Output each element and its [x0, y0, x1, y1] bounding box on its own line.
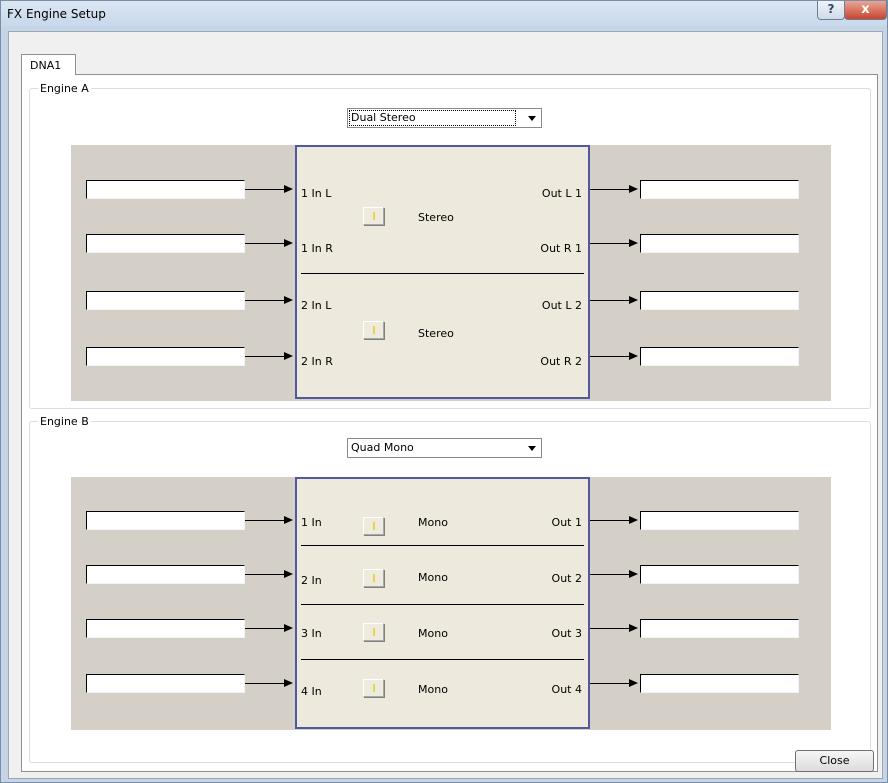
arrow-right-icon — [629, 679, 638, 687]
output-destination-field[interactable] — [640, 619, 799, 638]
close-icon: x — [861, 2, 870, 17]
mono-toggle-button[interactable] — [363, 623, 384, 641]
group-type-label: Stereo — [418, 211, 454, 224]
chevron-down-icon — [528, 116, 536, 121]
input-label: 1 In L — [301, 187, 332, 200]
engine-a-mode-dropdown[interactable]: Dual Stereo — [347, 108, 542, 128]
output-destination-field[interactable] — [640, 234, 799, 253]
divider — [301, 659, 584, 660]
arrow-right-icon — [284, 516, 293, 524]
output-label: Out 3 — [551, 627, 582, 640]
arrow-right-icon — [284, 296, 293, 304]
input-source-field[interactable] — [86, 565, 245, 584]
stereo-toggle-button[interactable] — [363, 207, 384, 225]
divider — [301, 604, 584, 605]
input-source-field[interactable] — [86, 511, 245, 530]
input-source-field[interactable] — [86, 347, 245, 366]
arrow-right-icon — [629, 570, 638, 578]
output-destination-field[interactable] — [640, 291, 799, 310]
arrow-right-icon — [629, 239, 638, 247]
input-label: 4 In — [301, 685, 322, 698]
tab-label: DNA1 — [30, 59, 62, 72]
output-destination-field[interactable] — [640, 511, 799, 530]
arrow-right-icon — [284, 185, 293, 193]
engine-b-routing-area: 1 In Mono Out 1 2 In Mono Out 2 3 In Mon… — [71, 477, 831, 730]
arrow-right-icon — [284, 570, 293, 578]
channel-type-label: Mono — [418, 627, 448, 640]
group-type-label: Stereo — [418, 327, 454, 340]
output-label: Out 2 — [551, 572, 582, 585]
output-label: Out R 1 — [540, 242, 582, 255]
mono-toggle-button[interactable] — [363, 679, 384, 697]
output-label: Out 1 — [551, 516, 582, 529]
output-destination-field[interactable] — [640, 565, 799, 584]
engine-b-block: 1 In Mono Out 1 2 In Mono Out 2 3 In Mon… — [295, 477, 590, 729]
arrow-right-icon — [284, 679, 293, 687]
engine-a-mode-value: Dual Stereo — [351, 111, 416, 124]
arrow-right-icon — [629, 296, 638, 304]
arrow-right-icon — [629, 352, 638, 360]
engine-a-legend: Engine A — [38, 82, 91, 95]
arrow-right-icon — [284, 624, 293, 632]
engine-a-group: Engine A Dual Stereo 1 In L 1 In R 2 In … — [29, 82, 871, 409]
input-source-field[interactable] — [86, 674, 245, 693]
output-destination-field[interactable] — [640, 674, 799, 693]
window-title: FX Engine Setup — [7, 7, 106, 21]
output-label: Out R 2 — [540, 355, 582, 368]
help-icon: ? — [827, 2, 835, 16]
mono-toggle-button[interactable] — [363, 517, 384, 535]
channel-type-label: Mono — [418, 571, 448, 584]
help-button[interactable]: ? — [817, 1, 845, 20]
engine-b-group: Engine B Quad Mono 1 In Mono Out 1 2 In — [29, 415, 871, 763]
dialog-client-area: DNA1 Engine A Dual Stereo 1 In L 1 In R … — [8, 31, 883, 779]
title-bar[interactable]: FX Engine Setup ? x — [1, 1, 887, 27]
input-label: 1 In R — [301, 242, 333, 255]
output-label: Out L 1 — [541, 187, 582, 200]
output-destination-field[interactable] — [640, 347, 799, 366]
fx-engine-setup-window: FX Engine Setup ? x DNA1 Engine A Dual S… — [0, 0, 888, 783]
engine-b-mode-value: Quad Mono — [351, 441, 414, 454]
input-label: 1 In — [301, 516, 322, 529]
output-label: Out L 2 — [541, 299, 582, 312]
close-button[interactable]: Close — [795, 750, 874, 772]
arrow-right-icon — [629, 185, 638, 193]
tab-dna1[interactable]: DNA1 — [21, 54, 76, 75]
engine-a-block: 1 In L 1 In R 2 In L 2 In R Stereo Stere… — [295, 145, 590, 399]
arrow-right-icon — [284, 352, 293, 360]
input-source-field[interactable] — [86, 234, 245, 253]
input-label: 2 In — [301, 574, 322, 587]
tab-panel-dna1: Engine A Dual Stereo 1 In L 1 In R 2 In … — [21, 74, 878, 772]
input-label: 2 In R — [301, 355, 333, 368]
input-label: 3 In — [301, 627, 322, 640]
channel-type-label: Mono — [418, 683, 448, 696]
window-close-button[interactable]: x — [844, 1, 887, 20]
engine-b-mode-dropdown[interactable]: Quad Mono — [347, 438, 542, 458]
output-destination-field[interactable] — [640, 180, 799, 199]
mono-toggle-button[interactable] — [363, 569, 384, 587]
arrow-right-icon — [629, 516, 638, 524]
stereo-toggle-button[interactable] — [363, 321, 384, 339]
divider — [301, 273, 584, 274]
engine-b-legend: Engine B — [38, 415, 91, 428]
input-label: 2 In L — [301, 299, 332, 312]
arrow-right-icon — [629, 624, 638, 632]
divider — [301, 545, 584, 546]
arrow-right-icon — [284, 239, 293, 247]
input-source-field[interactable] — [86, 180, 245, 199]
output-label: Out 4 — [551, 683, 582, 696]
channel-type-label: Mono — [418, 516, 448, 529]
input-source-field[interactable] — [86, 291, 245, 310]
input-source-field[interactable] — [86, 619, 245, 638]
chevron-down-icon — [528, 446, 536, 451]
engine-a-routing-area: 1 In L 1 In R 2 In L 2 In R Stereo Stere… — [71, 145, 831, 401]
